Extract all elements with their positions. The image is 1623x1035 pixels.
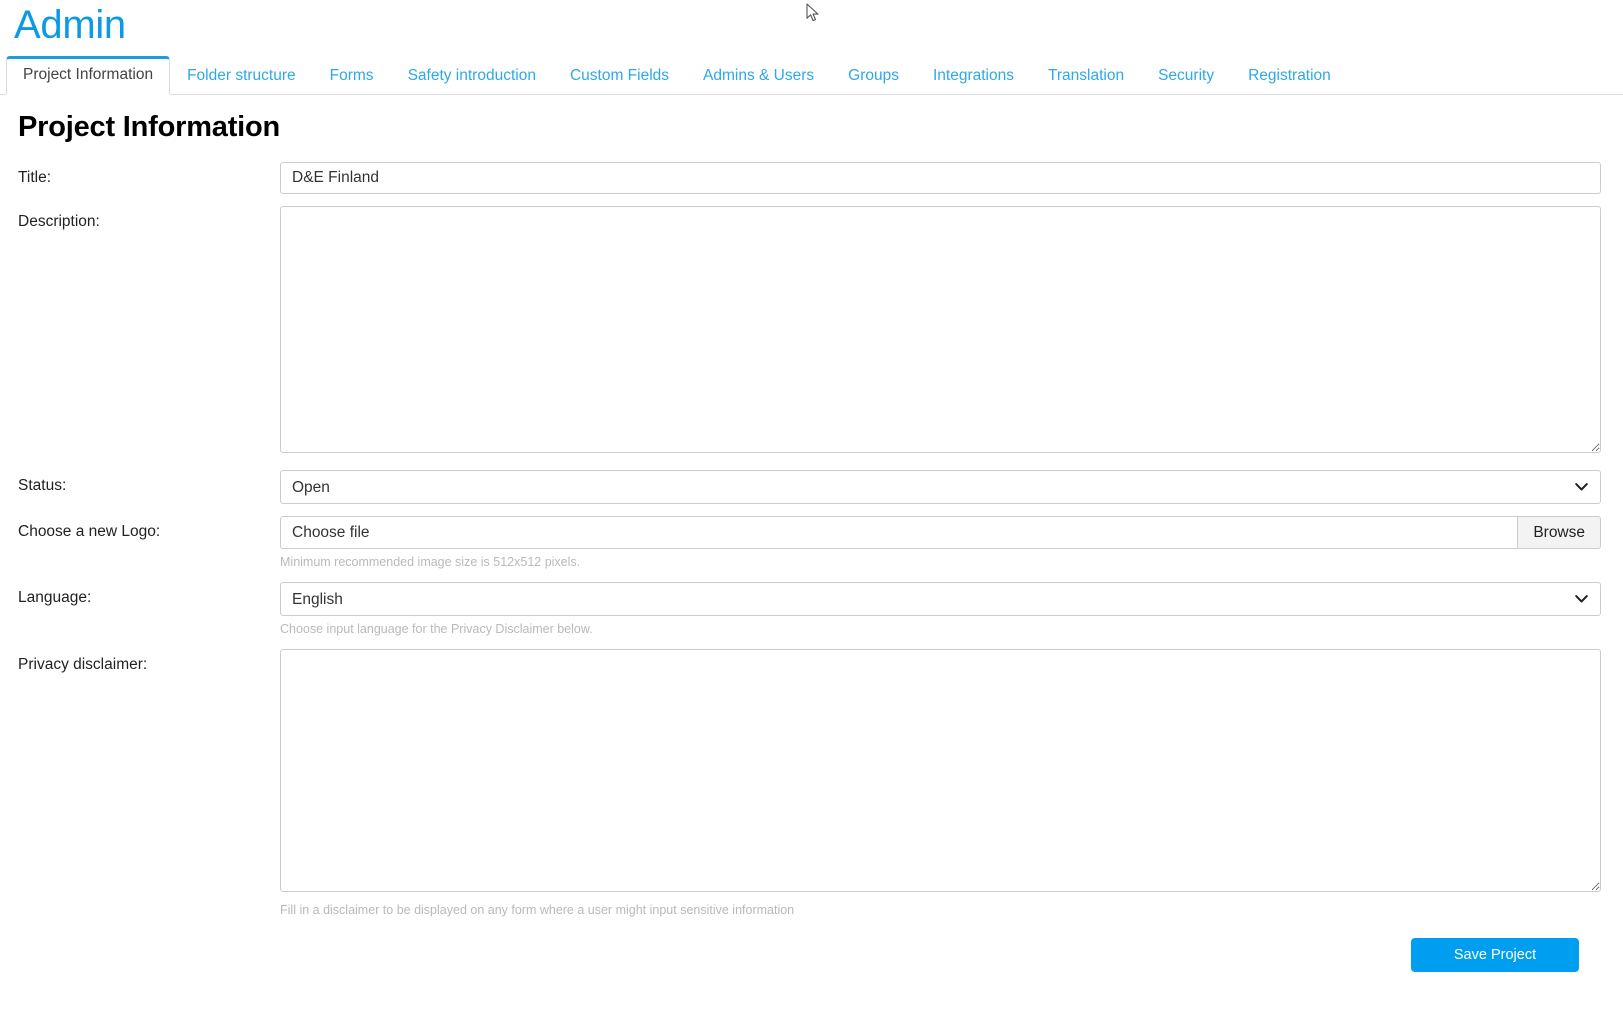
language-select[interactable]: English xyxy=(280,582,1601,616)
tab-groups[interactable]: Groups xyxy=(831,57,916,95)
privacy-disclaimer-help-text: Fill in a disclaimer to be displayed on … xyxy=(280,903,795,917)
form-row-logo: Choose a new Logo: Choose file Browse Mi… xyxy=(18,516,1601,570)
form-row-description: Description: xyxy=(18,206,1601,458)
privacy-disclaimer-textarea[interactable] xyxy=(280,649,1601,892)
save-project-button[interactable]: Save Project xyxy=(1411,938,1579,972)
tab-admins-users[interactable]: Admins & Users xyxy=(686,57,831,95)
form-row-title: Title: xyxy=(18,162,1601,194)
page-title: Project Information xyxy=(18,111,281,143)
title-input[interactable] xyxy=(280,162,1601,194)
title-label: Title: xyxy=(18,169,52,186)
tab-registration[interactable]: Registration xyxy=(1231,57,1348,95)
form-row-privacy-disclaimer: Privacy disclaimer: Fill in a disclaimer… xyxy=(18,649,1601,918)
logo-file-input-group: Choose file Browse xyxy=(280,516,1601,549)
tab-label: Security xyxy=(1158,67,1215,84)
tab-folder-structure[interactable]: Folder structure xyxy=(170,57,313,95)
language-label: Language: xyxy=(18,589,92,606)
tab-safety-introduction[interactable]: Safety introduction xyxy=(391,57,553,95)
tab-label: Integrations xyxy=(932,67,1014,84)
tab-label: Forms xyxy=(329,67,374,84)
form-row-language: Language: English Choose input language … xyxy=(18,582,1601,637)
status-label: Status: xyxy=(18,477,67,494)
browse-button[interactable]: Browse xyxy=(1517,516,1601,549)
tab-label: Admins & Users xyxy=(703,67,815,84)
tab-security[interactable]: Security xyxy=(1141,57,1231,95)
tab-label: Registration xyxy=(1248,67,1331,84)
form-row-status: Status: Open xyxy=(18,470,1601,504)
tab-project-information[interactable]: Project Information xyxy=(6,56,171,95)
tab-label: Custom Fields xyxy=(569,67,670,84)
tab-integrations[interactable]: Integrations xyxy=(916,57,1031,95)
tab-forms[interactable]: Forms xyxy=(313,57,391,95)
project-information-form: Title: Description: Status: Open xyxy=(0,162,1623,972)
language-help-text: Choose input language for the Privacy Di… xyxy=(280,622,593,636)
status-select[interactable]: Open xyxy=(280,470,1601,504)
privacy-disclaimer-label: Privacy disclaimer: xyxy=(18,656,148,673)
logo-label: Choose a new Logo: xyxy=(18,523,161,540)
app-header: Admin xyxy=(0,0,1623,48)
description-textarea[interactable] xyxy=(280,206,1601,453)
form-footer: Save Project xyxy=(18,930,1601,972)
logo-help-text: Minimum recommended image size is 512x51… xyxy=(280,555,581,569)
tab-custom-fields[interactable]: Custom Fields xyxy=(553,57,686,95)
tab-label: Translation xyxy=(1047,67,1125,84)
app-title: Admin xyxy=(14,3,126,47)
tab-label: Safety introduction xyxy=(407,67,536,84)
tab-label: Groups xyxy=(848,67,899,84)
tab-bar: Project Information Folder structure For… xyxy=(0,56,1623,95)
logo-file-name-field[interactable]: Choose file xyxy=(280,516,1518,549)
tab-label: Folder structure xyxy=(187,67,296,84)
description-label: Description: xyxy=(18,213,100,230)
tab-label: Project Information xyxy=(23,66,154,83)
tab-translation[interactable]: Translation xyxy=(1031,57,1141,95)
